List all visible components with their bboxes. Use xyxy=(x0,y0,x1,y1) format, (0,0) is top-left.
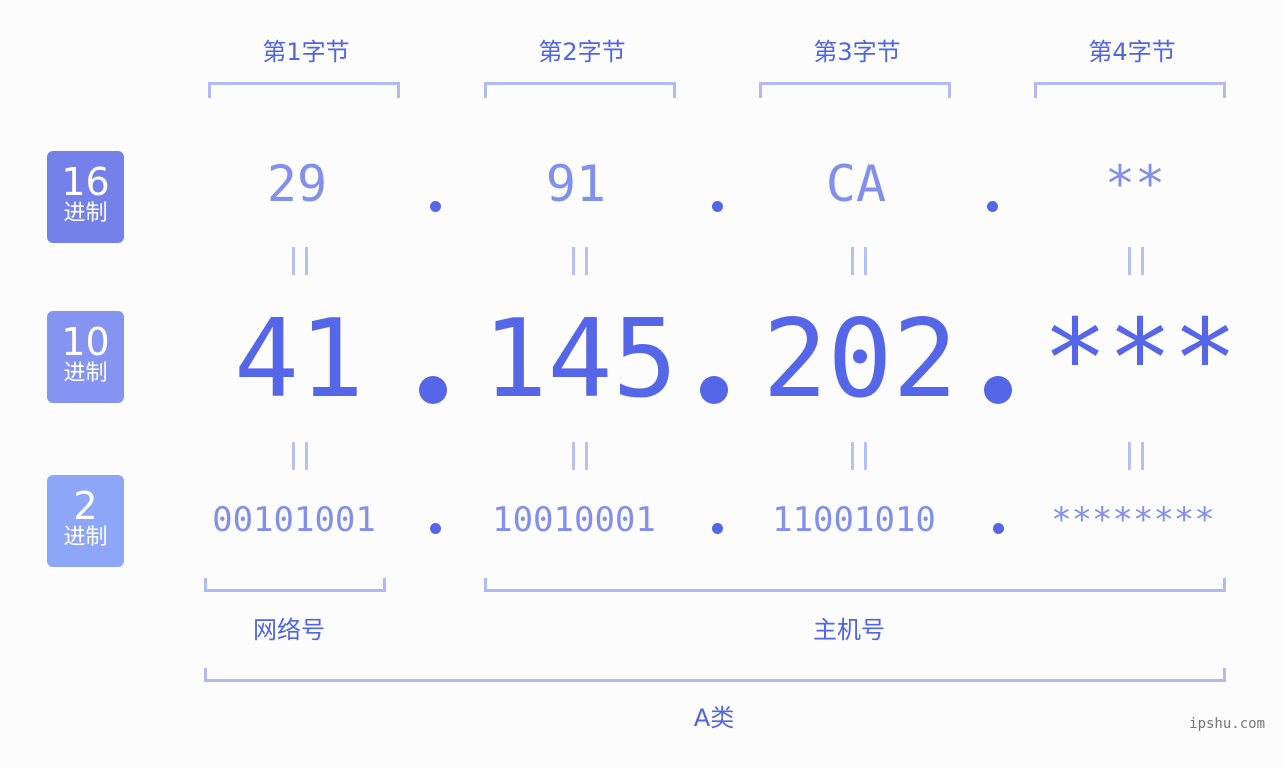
byte-bracket-4 xyxy=(1034,82,1226,98)
equals-icon xyxy=(1128,442,1144,470)
dec-separator-3 xyxy=(984,376,1012,404)
dec-separator-2 xyxy=(700,376,728,404)
bin-byte-3: 11001010 xyxy=(772,500,936,540)
hex-separator-1 xyxy=(430,201,441,212)
byte-bracket-3 xyxy=(759,82,951,98)
bin-badge-label: 进制 xyxy=(63,525,108,550)
dec-badge-base: 10 xyxy=(61,320,110,364)
byte-header-2: 第2字节 xyxy=(538,38,626,66)
watermark: ipshu.com xyxy=(1189,716,1265,732)
bin-separator-1 xyxy=(430,523,441,534)
hex-separator-2 xyxy=(712,201,723,212)
equals-icon xyxy=(292,247,308,275)
network-label: 网络号 xyxy=(253,616,325,644)
hex-badge-label: 进制 xyxy=(63,201,108,226)
byte-bracket-1 xyxy=(208,82,400,98)
equals-icon xyxy=(292,442,308,470)
equals-icon xyxy=(1128,247,1144,275)
dec-byte-2: 145 xyxy=(482,297,678,422)
equals-icon xyxy=(572,247,588,275)
class-label: A类 xyxy=(693,704,735,732)
byte-header-3: 第3字节 xyxy=(813,38,901,66)
dec-badge-label: 进制 xyxy=(63,361,108,386)
class-bracket xyxy=(204,668,1226,682)
host-bracket xyxy=(484,578,1226,592)
dec-separator-1 xyxy=(419,376,447,404)
hex-badge: 16 进制 xyxy=(47,151,124,243)
bin-badge: 2 进制 xyxy=(47,475,124,567)
bin-byte-4: ******** xyxy=(1051,500,1215,540)
dec-byte-3: 202 xyxy=(762,297,958,422)
hex-byte-1: 29 xyxy=(266,155,328,213)
bin-badge-base: 2 xyxy=(73,484,98,528)
bin-separator-3 xyxy=(993,523,1004,534)
equals-icon xyxy=(851,442,867,470)
bin-separator-2 xyxy=(712,523,723,534)
network-bracket xyxy=(204,578,386,592)
equals-icon xyxy=(572,442,588,470)
byte-header-1: 第1字节 xyxy=(262,38,350,66)
hex-byte-3: CA xyxy=(825,155,887,213)
dec-byte-1: 41 xyxy=(233,297,365,422)
host-label: 主机号 xyxy=(813,616,885,644)
equals-icon xyxy=(851,247,867,275)
hex-byte-4: ** xyxy=(1104,155,1166,213)
hex-badge-base: 16 xyxy=(61,160,110,204)
hex-byte-2: 91 xyxy=(545,155,607,213)
dec-badge: 10 进制 xyxy=(47,311,124,403)
byte-bracket-2 xyxy=(484,82,676,98)
byte-header-4: 第4字节 xyxy=(1088,38,1176,66)
bin-byte-1: 00101001 xyxy=(212,500,376,540)
dec-byte-4: *** xyxy=(1042,297,1238,422)
hex-separator-3 xyxy=(987,201,998,212)
bin-byte-2: 10010001 xyxy=(492,500,656,540)
